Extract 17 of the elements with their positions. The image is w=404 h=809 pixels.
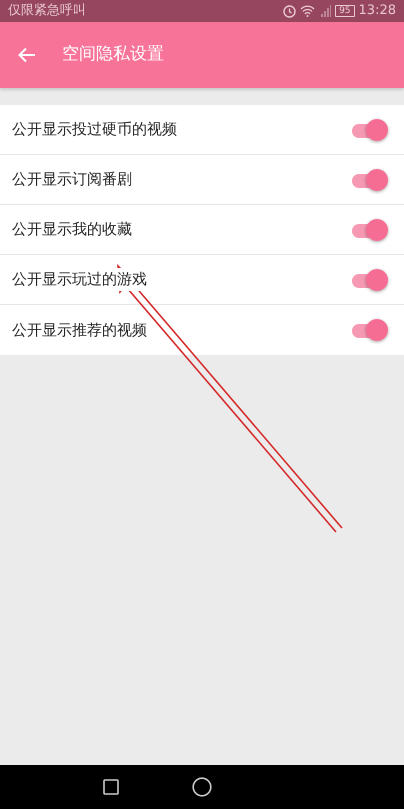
back-button[interactable] — [18, 47, 36, 63]
wifi-icon — [300, 5, 316, 17]
toggle-switch[interactable] — [350, 118, 388, 140]
alarm-icon — [283, 4, 296, 18]
toggle-switch[interactable] — [350, 218, 388, 240]
recent-apps-icon[interactable] — [103, 779, 119, 795]
toggle-switch[interactable] — [350, 168, 388, 190]
home-icon[interactable] — [192, 777, 212, 797]
setting-label: 公开显示玩过的游戏 — [12, 268, 147, 291]
toggle-switch[interactable] — [350, 319, 388, 341]
battery-icon: 95 — [335, 5, 355, 17]
page-title: 空间隐私设置 — [62, 43, 164, 66]
status-notice: 仅限紧急呼叫 — [8, 2, 86, 20]
back-arrow-icon — [18, 47, 36, 63]
signal-icon — [319, 5, 332, 17]
clock: 13:28 — [358, 2, 396, 20]
toggle-switch[interactable] — [350, 268, 388, 290]
